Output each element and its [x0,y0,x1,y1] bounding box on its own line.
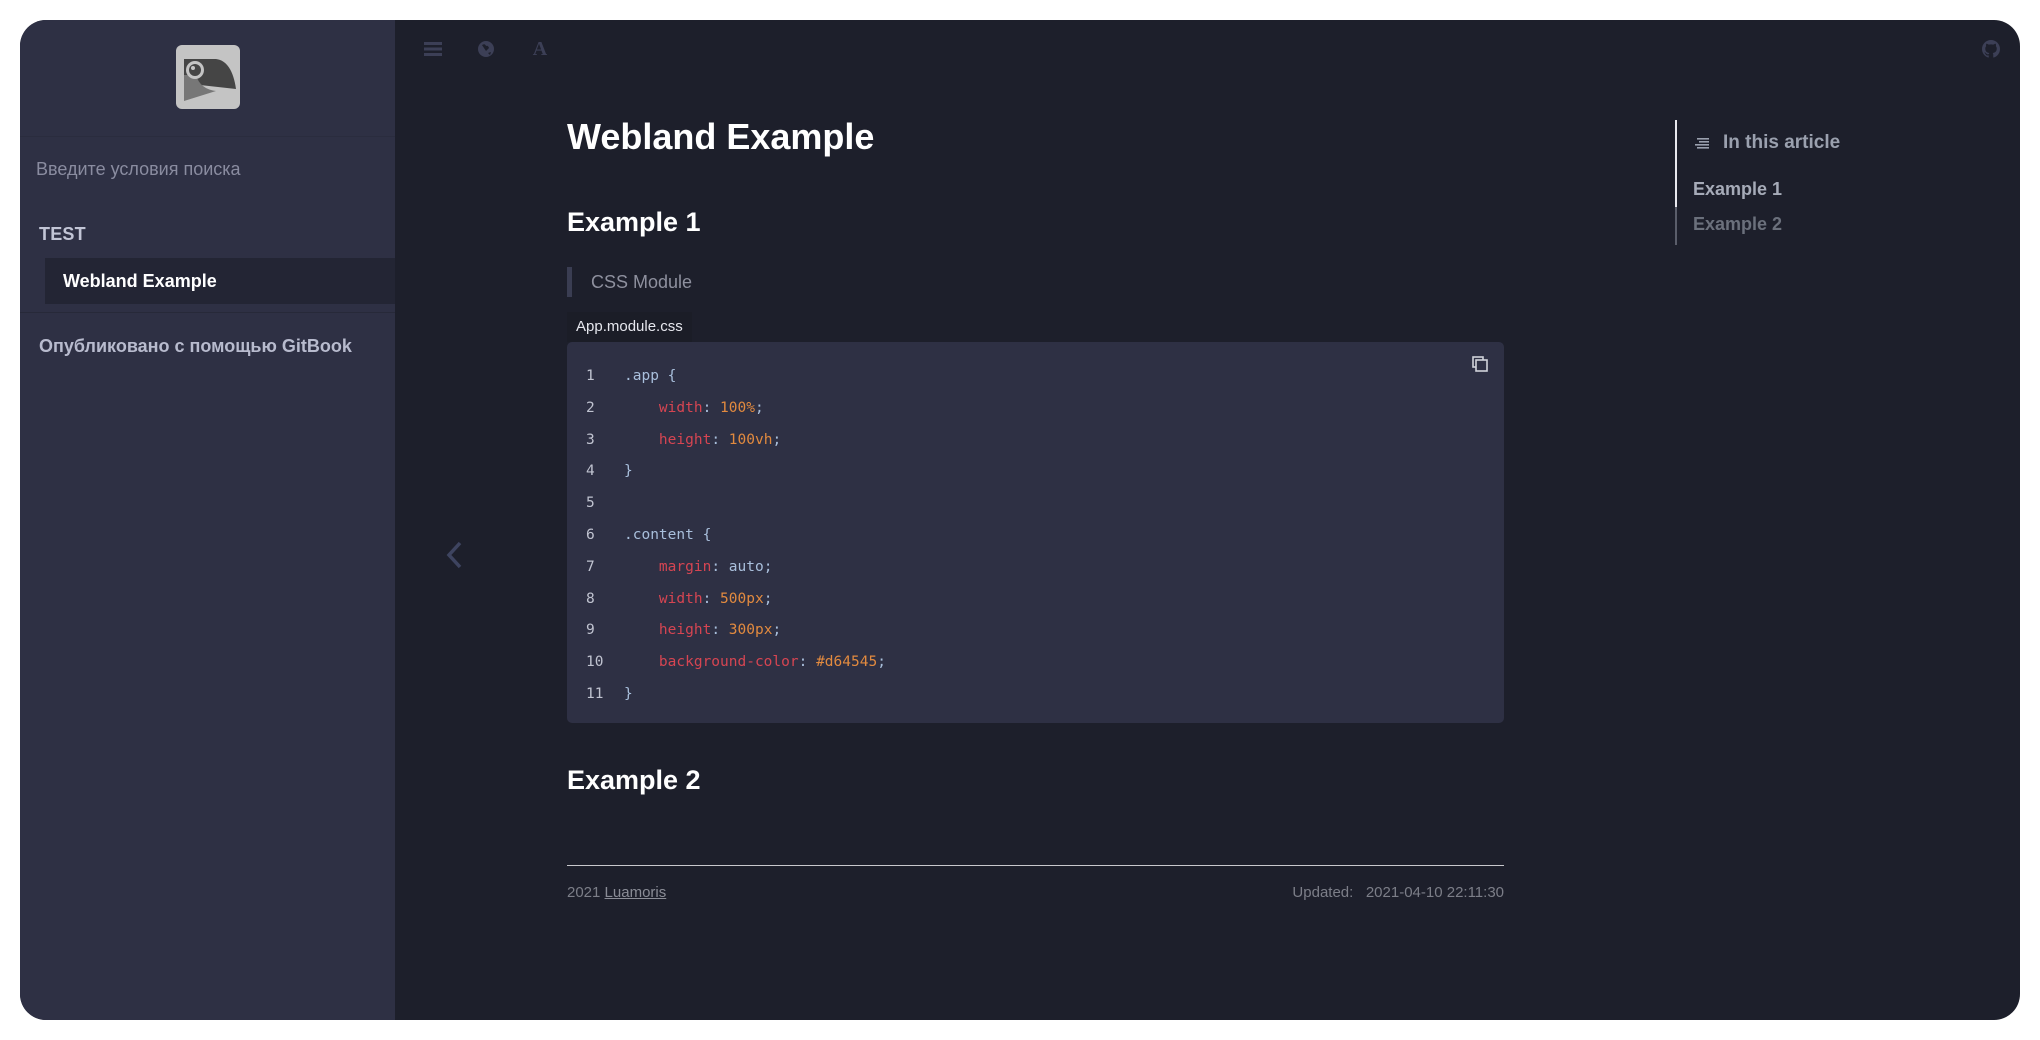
sidebar-item-webland-example[interactable]: Webland Example [45,258,395,304]
section-heading-example-1: Example 1 [567,207,701,237]
line-number: 7 [586,558,595,575]
gitbook-logo-icon[interactable] [176,45,240,109]
updated-value: 2021-04-10 22:11:30 [1365,884,1504,901]
code-token-prop: height [658,431,712,448]
code-token-punc: ; [877,654,886,671]
code-token-prop: height [658,622,712,639]
code-text: .content { [624,523,711,547]
code-token-punc: { [702,527,712,543]
globe-icon[interactable] [474,37,498,61]
github-icon[interactable] [1982,40,2000,58]
sidebar-section-header: TEST [39,224,86,244]
toc-title: In this article [1723,132,1841,153]
line-number: 11 [586,686,604,702]
line-number: 9 [586,622,595,639]
line-number: 10 [586,654,604,671]
code-token-punc: { [667,368,677,384]
code-token-sel: .app [624,368,668,384]
code-text: width: 100%; [624,396,764,420]
code-text: .app { [624,364,676,388]
code-token-num: 100% [720,399,755,416]
code-token-punc [624,559,659,575]
code-block: 1 .app {2 width: 100%; 3 height: 100vh; 4} 5… [567,342,1504,723]
toc-item-example-2[interactable]: Example 2 [1693,214,1782,235]
line-number: 2 [586,399,595,416]
line-number: 4 [586,463,595,480]
code-token-punc: ; [763,558,773,575]
code-filename-tab[interactable]: App.module.css [567,312,692,342]
code-text: margin: auto; [624,555,773,579]
code-token-punc: : [711,558,729,575]
code-token-punc: : [702,590,721,607]
line-number: 8 [586,590,595,607]
code-token-num: #d64545 [816,654,878,671]
section-heading-example-2: Example 2 [567,765,701,795]
updated-label: Updated: [1292,884,1354,901]
code-token-punc [624,654,659,670]
code-token-punc: : [711,431,729,448]
code-token-punc: } [624,686,633,702]
app-window: TEST Webland Example Опубликовано с помо… [20,20,2020,1020]
code-token-punc: : [702,399,721,416]
code-text: height: 300px; [624,618,781,642]
chevron-left-icon[interactable] [440,535,470,575]
footer-updated: Updated: 2021-04-10 22:11:30 [1292,884,1504,901]
footer-copyright: 2021 Luamoris [567,884,666,901]
search-zone [20,136,395,192]
toc-list-icon [1695,138,1709,149]
code-token-punc: : [711,622,729,639]
code-text: width: 500px; [624,587,773,611]
published-with-gitbook-link[interactable]: Опубликовано с помощью GitBook [39,336,352,357]
code-token-prop: width [658,399,703,416]
code-token-punc: ; [763,590,773,607]
line-number: 3 [586,431,595,448]
code-token-prop: background-color [658,654,799,671]
code-text: } [624,682,633,706]
line-number: 5 [586,495,595,512]
code-token-num: 500px [720,590,764,607]
code-token-kw: auto [728,558,764,575]
table-of-contents: In this article Example 1 Example 2 [1675,120,1935,245]
code-token-punc: } [624,463,633,480]
code-text: background-color: #d64545; [624,650,886,674]
author-link[interactable]: Luamoris [605,884,667,901]
code-token-prop: margin [658,558,712,575]
code-token-num: 300px [728,622,773,639]
code-text: height: 100vh; [624,428,781,452]
menu-icon[interactable] [421,37,445,61]
code-token-punc [624,400,659,416]
line-number: 1 [586,368,595,384]
code-token-punc [624,591,659,607]
toc-progress-rest [1675,207,1677,245]
search-input[interactable] [36,157,376,181]
font-icon[interactable]: A [528,37,552,61]
sidebar-item-label: Webland Example [63,271,217,291]
sidebar-divider [20,312,395,313]
code-token-sel: .content [624,527,703,543]
copy-icon[interactable] [1470,354,1490,374]
code-token-punc: : [798,654,817,671]
code-token-punc: ; [772,622,782,639]
toc-header: In this article [1695,132,1840,154]
blockquote: CSS Module [567,267,692,297]
code-token-num: 100vh [728,431,773,448]
code-token-prop: width [658,590,703,607]
line-number: 6 [586,527,595,543]
code-token-punc [624,432,659,448]
code-token-punc: ; [754,399,764,416]
code-token-punc [624,622,659,638]
code-token-punc: ; [772,431,782,448]
toc-progress-active [1675,120,1677,207]
page-title: Webland Example [567,116,875,157]
sidebar: TEST Webland Example Опубликовано с помо… [20,20,395,1020]
footer-year: 2021 [567,884,601,901]
code-text: } [624,459,633,483]
toc-item-example-1[interactable]: Example 1 [1693,179,1782,200]
footer-divider [567,865,1504,866]
